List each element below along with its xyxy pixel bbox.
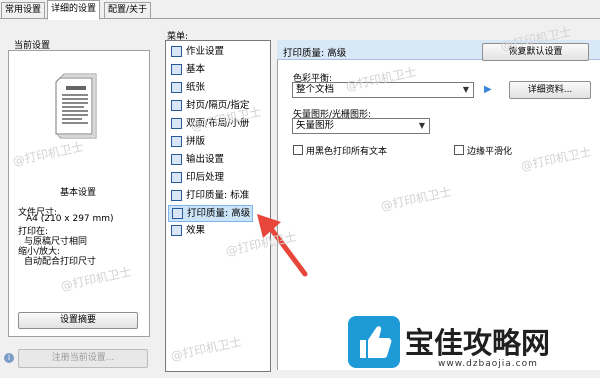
- menu-item-output-settings[interactable]: 输出设置: [168, 152, 226, 167]
- tab-bar: 常用设置 详细的设置 配置/关于: [0, 0, 600, 20]
- basic-icon: [171, 64, 182, 75]
- chevron-down-icon: ▼: [418, 121, 425, 130]
- register-current-settings-button[interactable]: 注册当前设置...: [18, 349, 148, 368]
- chevron-down-icon: ▼: [462, 85, 469, 94]
- menu-item-basic[interactable]: 基本: [168, 62, 207, 77]
- cover-icon: [171, 100, 182, 111]
- thumbs-up-logo-icon: [348, 316, 400, 368]
- tab-detailed-settings[interactable]: 详细的设置: [47, 0, 101, 20]
- black-text-label: 用黑色打印所有文本: [306, 147, 388, 157]
- info-icon: i: [4, 353, 14, 363]
- menu-list: 作业设置 基本 纸张 封页/隔页/指定 双面/布局/小册 拼版 输出设置 印后处…: [165, 40, 271, 372]
- paper-size-value: A4 (210 x 297 mm): [26, 214, 114, 224]
- edge-smoothing-label: 边缘平滑化: [467, 147, 513, 157]
- tab-common-settings[interactable]: 常用设置: [1, 2, 46, 18]
- paper-icon: [171, 82, 182, 93]
- quality-standard-icon: [171, 190, 182, 201]
- duplex-icon: [171, 118, 182, 129]
- finishing-icon: [171, 172, 182, 183]
- imposition-icon: [171, 136, 182, 147]
- menu-item-quality-standard[interactable]: 打印质量: 标准: [168, 188, 251, 203]
- effects-icon: [171, 225, 182, 236]
- menu-item-imposition[interactable]: 拼版: [168, 134, 207, 149]
- tab-config-about[interactable]: 配置/关于: [104, 2, 152, 18]
- quality-advanced-icon: [172, 208, 183, 219]
- settings-header-title: 打印质量: 高级: [283, 48, 347, 59]
- output-settings-icon: [171, 154, 182, 165]
- job-settings-icon: [171, 46, 182, 57]
- edge-smoothing-checkbox[interactable]: [454, 145, 464, 155]
- menu-item-job-settings[interactable]: 作业设置: [168, 44, 226, 59]
- logo-url: www.dzbaojia.com: [438, 359, 538, 369]
- preview-title: 基本设置: [60, 188, 97, 198]
- menu-item-effects[interactable]: 效果: [168, 223, 207, 238]
- menu-item-paper[interactable]: 纸张: [168, 80, 207, 95]
- vector-raster-select[interactable]: 矢量图形 ▼: [292, 118, 430, 134]
- settings-summary-button[interactable]: 设置摘要: [18, 312, 138, 329]
- details-button[interactable]: 详细资料...: [509, 81, 591, 99]
- play-arrow-icon: ▶: [484, 84, 492, 95]
- black-text-checkbox[interactable]: [293, 145, 303, 155]
- page-preview-icon: [52, 72, 100, 142]
- menu-item-finishing[interactable]: 印后处理: [168, 170, 226, 185]
- menu-item-quality-advanced[interactable]: 打印质量: 高级: [168, 205, 254, 222]
- logo-text: 宝佳攻略网: [405, 326, 551, 360]
- scale-value: 自动配合打印尺寸: [24, 257, 97, 267]
